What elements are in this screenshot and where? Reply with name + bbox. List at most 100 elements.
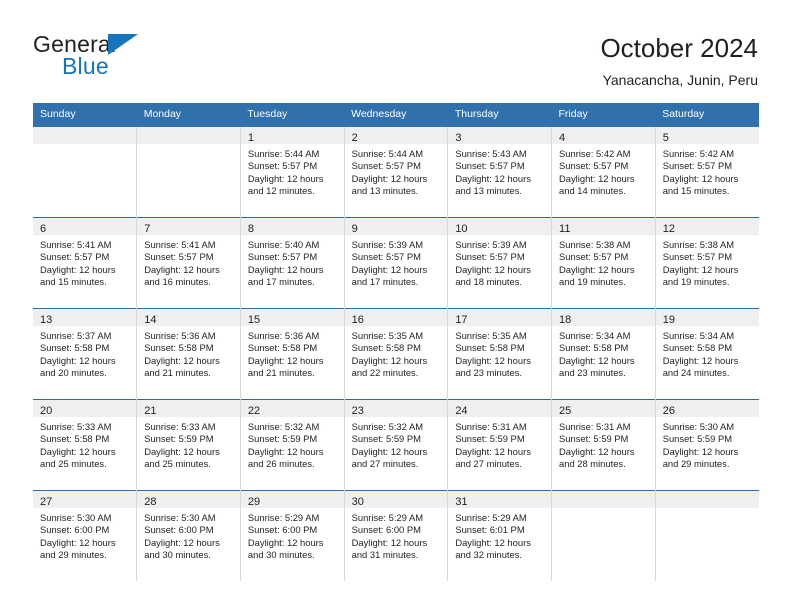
calendar-day-cell[interactable]: 13 Sunrise: 5:37 AM Sunset: 5:58 PM Dayligh…	[33, 308, 138, 400]
day-box: 28 Sunrise: 5:30 AM Sunset: 6:00 PM Dayligh…	[137, 491, 240, 581]
day-box: 8 Sunrise: 5:40 AM Sunset: 5:57 PM Daylight…	[240, 218, 344, 309]
calendar-day-cell[interactable]: 10 Sunrise: 5:39 AM Sunset: 5:57 PM Dayligh…	[447, 217, 553, 309]
daylight-text-line1: Daylight: 12 hours	[351, 536, 428, 548]
day-number: 19	[662, 314, 675, 326]
sunrise-text: Sunrise: 5:36 AM	[144, 330, 216, 341]
calendar-day-cell[interactable]: 14 Sunrise: 5:36 AM Sunset: 5:58 PM Dayligh…	[136, 308, 241, 400]
day-number-band: 28	[137, 491, 240, 508]
calendar-day-cell[interactable]: 4 Sunrise: 5:42 AM Sunset: 5:57 PM Daylight…	[551, 127, 656, 218]
calendar-day-cell[interactable]: 20 Sunrise: 5:33 AM Sunset: 5:58 PM Dayligh…	[33, 399, 138, 491]
daylight-text-line1: Daylight: 12 hours	[40, 445, 116, 457]
day-details: Sunrise: 5:44 AM Sunset: 5:57 PM Daylight:…	[345, 144, 447, 198]
sunrise-text: Sunrise: 5:41 AM	[144, 239, 216, 250]
calendar-day-cell[interactable]: 19 Sunrise: 5:34 AM Sunset: 5:58 PM Dayligh…	[655, 308, 759, 400]
calendar-day-cell[interactable]: 30 Sunrise: 5:29 AM Sunset: 6:00 PM Dayligh…	[344, 490, 449, 581]
weekday-header-sunday: Sunday	[33, 103, 137, 127]
calendar-day-cell[interactable]: 16 Sunrise: 5:35 AM Sunset: 5:58 PM Dayligh…	[344, 308, 449, 400]
day-box: 1 Sunrise: 5:44 AM Sunset: 5:57 PM Daylight…	[240, 127, 344, 217]
sunset-text: Sunset: 6:01 PM	[455, 524, 525, 536]
sunrise-text: Sunrise: 5:29 AM	[351, 512, 424, 523]
daylight-text-line2: and 27 minutes.	[455, 458, 523, 470]
daylight-text-line2: and 12 minutes.	[247, 185, 315, 197]
day-number-band: 19	[655, 309, 759, 326]
day-details: Sunrise: 5:33 AM Sunset: 5:59 PM Daylight:…	[137, 417, 239, 471]
daylight-text-line1: Daylight: 12 hours	[247, 263, 324, 275]
day-details: Sunrise: 5:31 AM Sunset: 5:59 PM Daylight:…	[448, 417, 550, 471]
calendar-day-cell[interactable]: 28 Sunrise: 5:30 AM Sunset: 6:00 PM Dayligh…	[136, 490, 241, 581]
day-details: Sunrise: 5:38 AM Sunset: 5:57 PM Daylight:…	[552, 235, 654, 289]
day-details: Sunrise: 5:32 AM Sunset: 5:59 PM Daylight:…	[241, 417, 343, 471]
day-number: 13	[40, 314, 53, 326]
sunset-text: Sunset: 5:58 PM	[40, 342, 110, 354]
day-number-band: 15	[240, 309, 344, 326]
daylight-text-line2: and 22 minutes.	[351, 367, 419, 379]
calendar-day-cell[interactable]: 29 Sunrise: 5:29 AM Sunset: 6:00 PM Dayligh…	[240, 490, 345, 581]
day-number: 14	[144, 314, 157, 326]
calendar-day-cell[interactable]: 21 Sunrise: 5:33 AM Sunset: 5:59 PM Dayligh…	[136, 399, 241, 491]
calendar-day-cell[interactable]: 3 Sunrise: 5:43 AM Sunset: 5:57 PM Daylight…	[447, 127, 553, 218]
calendar-day-cell[interactable]: 18 Sunrise: 5:34 AM Sunset: 5:58 PM Dayligh…	[551, 308, 656, 400]
calendar-day-cell[interactable]: 5 Sunrise: 5:42 AM Sunset: 5:57 PM Daylight…	[655, 127, 759, 218]
day-number-band: 11	[552, 218, 655, 235]
daylight-text-line2: and 23 minutes.	[559, 367, 626, 379]
sunset-text: Sunset: 5:57 PM	[40, 251, 110, 263]
day-number: 28	[144, 496, 157, 508]
daylight-text-line1: Daylight: 12 hours	[144, 354, 220, 366]
daylight-text-line1: Daylight: 12 hours	[455, 172, 531, 184]
day-number: 15	[247, 314, 261, 326]
calendar-week-row: 13 Sunrise: 5:37 AM Sunset: 5:58 PM Dayligh…	[33, 308, 759, 400]
calendar-day-cell-empty	[33, 127, 138, 218]
sunrise-text: Sunrise: 5:39 AM	[351, 239, 424, 250]
daylight-text-line1: Daylight: 12 hours	[455, 263, 531, 275]
sunrise-text: Sunrise: 5:41 AM	[40, 239, 112, 250]
day-number: 24	[455, 405, 468, 417]
calendar-day-cell[interactable]: 12 Sunrise: 5:38 AM Sunset: 5:57 PM Dayligh…	[655, 217, 759, 309]
calendar-day-cell[interactable]: 23 Sunrise: 5:32 AM Sunset: 5:59 PM Dayligh…	[344, 399, 449, 491]
day-box: 30 Sunrise: 5:29 AM Sunset: 6:00 PM Dayligh…	[344, 491, 447, 581]
day-number: 23	[351, 405, 364, 417]
calendar-day-cell[interactable]: 27 Sunrise: 5:30 AM Sunset: 6:00 PM Dayligh…	[33, 490, 138, 581]
calendar-day-cell[interactable]: 24 Sunrise: 5:31 AM Sunset: 5:59 PM Dayligh…	[447, 399, 553, 491]
day-box: 13 Sunrise: 5:37 AM Sunset: 5:58 PM Dayligh…	[33, 309, 136, 400]
sunrise-text: Sunrise: 5:36 AM	[247, 330, 320, 341]
day-details: Sunrise: 5:42 AM Sunset: 5:57 PM Daylight:…	[656, 144, 759, 198]
day-box: 11 Sunrise: 5:38 AM Sunset: 5:57 PM Dayligh…	[552, 218, 655, 309]
daylight-text-line2: and 14 minutes.	[559, 185, 626, 197]
day-details: Sunrise: 5:36 AM Sunset: 5:58 PM Daylight:…	[137, 326, 239, 380]
day-number-band: 17	[448, 309, 551, 326]
page-header: General Blue October 2024 Yanacancha, Ju…	[0, 0, 792, 103]
sunrise-text: Sunrise: 5:30 AM	[662, 421, 735, 432]
calendar-day-cell[interactable]: 15 Sunrise: 5:36 AM Sunset: 5:58 PM Dayligh…	[240, 308, 345, 400]
day-box: 19 Sunrise: 5:34 AM Sunset: 5:58 PM Dayligh…	[655, 309, 759, 400]
day-box: 27 Sunrise: 5:30 AM Sunset: 6:00 PM Dayligh…	[33, 491, 136, 581]
day-number: 5	[662, 132, 669, 144]
day-number-band: 22	[240, 400, 344, 417]
calendar-day-cell[interactable]: 22 Sunrise: 5:32 AM Sunset: 5:59 PM Dayligh…	[240, 399, 345, 491]
calendar-day-cell[interactable]: 17 Sunrise: 5:35 AM Sunset: 5:58 PM Dayligh…	[447, 308, 553, 400]
day-box: 22 Sunrise: 5:32 AM Sunset: 5:59 PM Dayligh…	[240, 400, 344, 491]
daylight-text-line2: and 25 minutes.	[40, 458, 107, 470]
calendar-day-cell[interactable]: 25 Sunrise: 5:31 AM Sunset: 5:59 PM Dayligh…	[551, 399, 656, 491]
sunset-text: Sunset: 6:00 PM	[144, 524, 214, 536]
daylight-text-line2: and 30 minutes.	[144, 549, 211, 561]
calendar-day-cell[interactable]: 9 Sunrise: 5:39 AM Sunset: 5:57 PM Daylight…	[344, 217, 449, 309]
general-blue-logo[interactable]: General Blue	[33, 31, 203, 87]
calendar-day-cell[interactable]: 26 Sunrise: 5:30 AM Sunset: 5:59 PM Dayligh…	[655, 399, 759, 491]
calendar-day-cell[interactable]: 7 Sunrise: 5:41 AM Sunset: 5:57 PM Daylight…	[136, 217, 241, 309]
calendar-day-cell[interactable]: 1 Sunrise: 5:44 AM Sunset: 5:57 PM Daylight…	[240, 127, 345, 218]
sunrise-text: Sunrise: 5:30 AM	[40, 512, 112, 523]
calendar-day-cell[interactable]: 11 Sunrise: 5:38 AM Sunset: 5:57 PM Dayligh…	[551, 217, 656, 309]
day-number: 8	[247, 223, 255, 235]
calendar-day-cell[interactable]: 6 Sunrise: 5:41 AM Sunset: 5:57 PM Daylight…	[33, 217, 138, 309]
calendar-day-cell[interactable]: 2 Sunrise: 5:44 AM Sunset: 5:57 PM Daylight…	[344, 127, 449, 218]
day-box: 15 Sunrise: 5:36 AM Sunset: 5:58 PM Dayligh…	[240, 309, 344, 400]
sunrise-text: Sunrise: 5:35 AM	[455, 330, 527, 341]
calendar-day-cell[interactable]: 31 Sunrise: 5:29 AM Sunset: 6:01 PM Dayligh…	[447, 490, 553, 581]
sunset-text: Sunset: 5:59 PM	[247, 433, 318, 445]
day-number: 4	[559, 132, 566, 144]
calendar-day-cell[interactable]: 8 Sunrise: 5:40 AM Sunset: 5:57 PM Daylight…	[240, 217, 345, 309]
day-number: 25	[559, 405, 572, 417]
daylight-text-line2: and 13 minutes.	[351, 185, 419, 197]
day-number-band: 29	[240, 491, 344, 508]
daylight-text-line1: Daylight: 12 hours	[144, 536, 220, 548]
